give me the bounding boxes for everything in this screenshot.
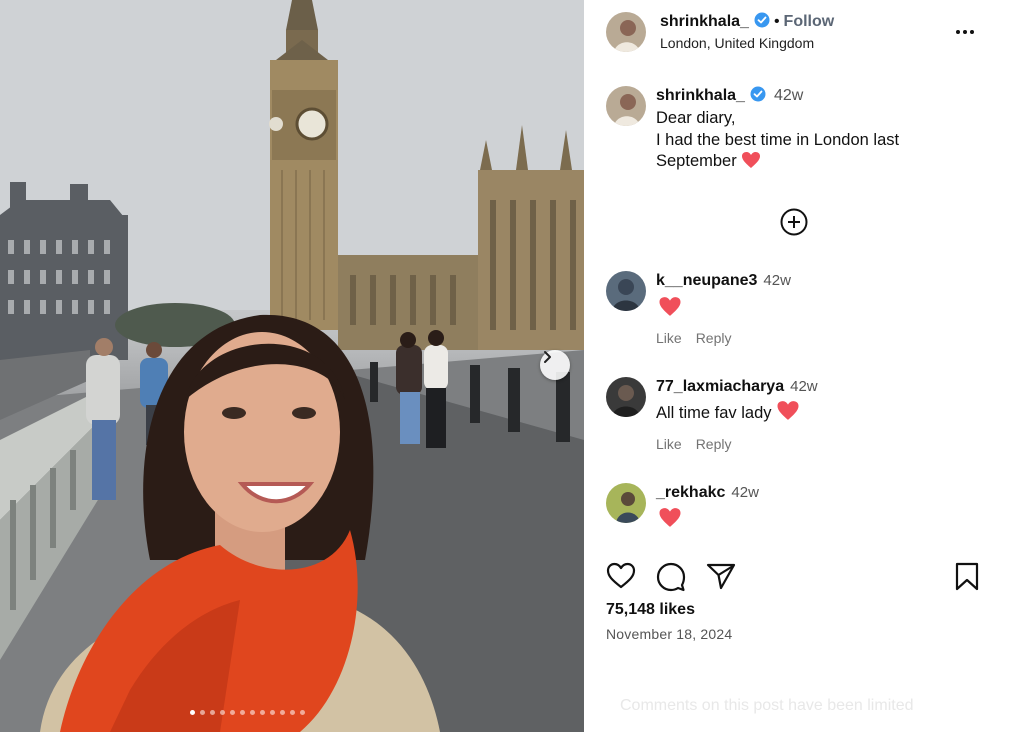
author-username[interactable]: shrinkhala_ <box>660 13 749 30</box>
carousel-dot <box>240 710 245 715</box>
comment-actions: Like Reply <box>656 436 731 452</box>
carousel-next-button[interactable] <box>540 350 570 380</box>
commenter-avatar[interactable] <box>606 271 646 311</box>
follow-button[interactable]: Follow <box>784 13 835 30</box>
comment-author[interactable]: k__neupane3 <box>656 272 757 289</box>
commenter-avatar[interactable] <box>606 483 646 523</box>
commenter-avatar[interactable] <box>606 377 646 417</box>
carousel-indicator <box>190 710 305 715</box>
author-avatar[interactable] <box>606 12 646 52</box>
comment-icon[interactable] <box>656 562 686 592</box>
comment-like-button[interactable]: Like <box>656 330 682 346</box>
comment-text: All time fav lady <box>656 400 800 423</box>
carousel-dot <box>300 710 305 715</box>
post-header: shrinkhala_ • Follow <box>660 12 834 31</box>
verified-badge-icon <box>754 12 770 28</box>
post-location[interactable]: London, United Kingdom <box>660 35 814 51</box>
carousel-dot <box>290 710 295 715</box>
carousel-dot <box>260 710 265 715</box>
comment-header: _rekhakc 42w <box>656 484 759 502</box>
comment-header: 77_laxmiacharya 42w <box>656 378 818 396</box>
comment-actions: Like Reply <box>656 330 731 346</box>
caption-text: Dear diary, I had the best time in Londo… <box>656 108 976 173</box>
carousel-dot <box>270 710 275 715</box>
send-icon[interactable] <box>706 562 736 590</box>
post-photo[interactable] <box>0 0 584 732</box>
caption-header: shrinkhala_ 42w <box>656 86 803 105</box>
carousel-dot <box>280 710 285 715</box>
comments-limited-notice: Comments on this post have been limited <box>620 697 914 714</box>
red-heart-emoji-icon <box>741 152 760 168</box>
more-dot <box>970 30 974 34</box>
comment-header: k__neupane3 42w <box>656 272 791 290</box>
comment-timestamp: 42w <box>731 484 759 501</box>
carousel-dot <box>250 710 255 715</box>
comment-author[interactable]: 77_laxmiacharya <box>656 378 784 395</box>
comment-timestamp: 42w <box>790 378 818 395</box>
more-dot <box>963 30 967 34</box>
red-heart-emoji-icon <box>777 401 799 420</box>
caption-author-avatar[interactable] <box>606 86 646 126</box>
carousel-dot <box>200 710 205 715</box>
separator-dot: • <box>773 13 780 30</box>
carousel-dot <box>210 710 215 715</box>
more-horizontal-icon <box>956 30 960 34</box>
chevron-right-icon <box>544 351 551 363</box>
comment-reply-button[interactable]: Reply <box>696 330 732 346</box>
heart-icon[interactable] <box>606 562 636 590</box>
carousel-dot <box>230 710 235 715</box>
more-options-button[interactable] <box>956 22 980 42</box>
comment-author[interactable]: _rekhakc <box>656 484 725 501</box>
comment-reply-button[interactable]: Reply <box>696 436 732 452</box>
plus-circle-icon[interactable] <box>780 208 808 236</box>
carousel-dot <box>220 710 225 715</box>
likes-count[interactable]: 75,148 likes <box>606 601 695 619</box>
bookmark-icon[interactable] <box>954 562 980 592</box>
comment-like-button[interactable]: Like <box>656 436 682 452</box>
caption-line-text: September <box>656 152 737 170</box>
caption-line: September <box>656 151 976 173</box>
caption-line: Dear diary, <box>656 109 736 127</box>
comment-timestamp: 42w <box>763 272 791 289</box>
caption-line: I had the best time in London last <box>656 130 900 149</box>
comment-body: All time fav lady <box>656 404 772 422</box>
verified-badge-icon <box>750 86 766 102</box>
caption-author-username[interactable]: shrinkhala_ <box>656 87 745 104</box>
carousel-dot <box>190 710 195 715</box>
red-heart-emoji-icon <box>659 508 681 527</box>
red-heart-emoji-icon <box>659 297 681 316</box>
post-date: November 18, 2024 <box>606 626 733 642</box>
london-selfie-image <box>0 0 584 732</box>
caption-timestamp: 42w <box>773 87 804 104</box>
post-details-panel: shrinkhala_ • Follow London, United Kingdo… <box>584 0 1024 732</box>
